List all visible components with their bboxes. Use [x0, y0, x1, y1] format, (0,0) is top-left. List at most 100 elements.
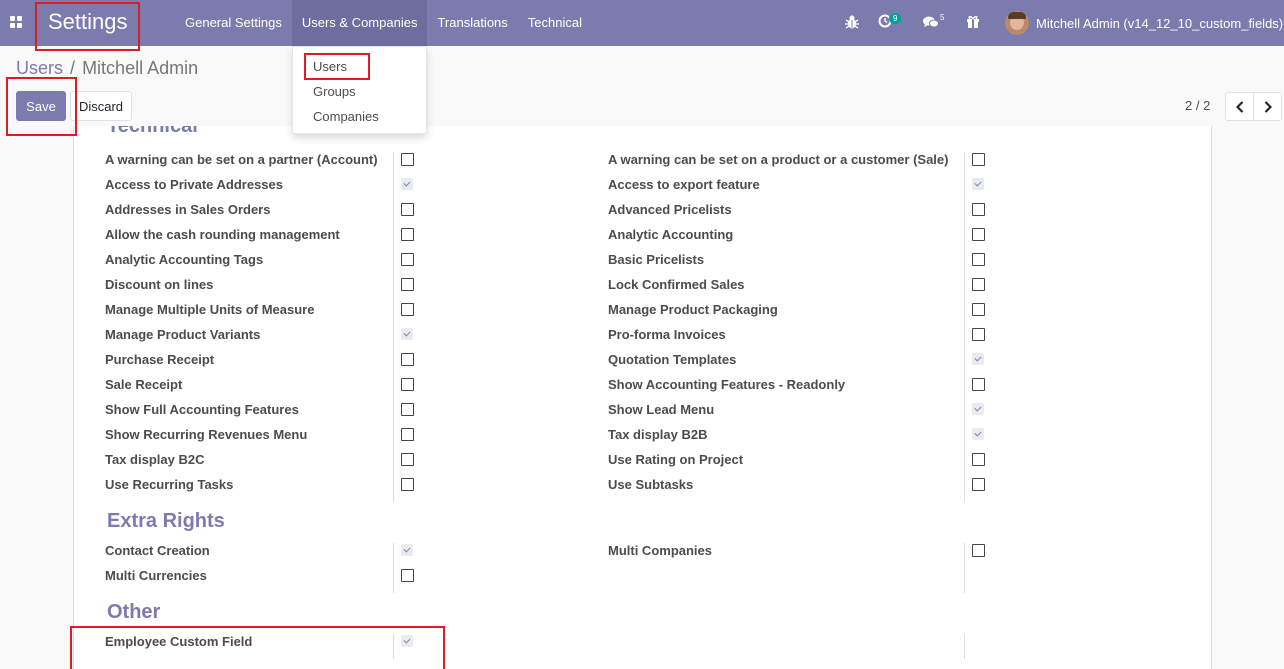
dropdown-item-users[interactable]: Users [313, 59, 347, 74]
checkbox-pro-forma-invoices[interactable] [972, 328, 985, 341]
bug-icon[interactable] [845, 14, 859, 32]
breadcrumb-users-link[interactable]: Users [16, 58, 63, 78]
message-count-badge: 5 [940, 13, 945, 22]
field-label-addresses-in-sales-orders: Addresses in Sales Orders [105, 202, 271, 217]
avatar [1005, 11, 1029, 35]
field-label-purchase-receipt: Purchase Receipt [105, 352, 215, 367]
checkbox-a-warning-can-be-set-on-a-product-or-a-customer-sale[interactable] [972, 153, 985, 166]
checkbox-analytic-accounting-tags[interactable] [401, 253, 414, 266]
form-view: Technical A warning can be set on a part… [0, 126, 1284, 669]
field-label-use-subtasks: Use Subtasks [608, 477, 694, 492]
field-label-tax-display-b2b: Tax display B2B [608, 427, 708, 442]
field-label-show-full-accounting-features: Show Full Accounting Features [105, 402, 299, 417]
save-button[interactable]: Save [16, 91, 66, 121]
field-label-multi-currencies: Multi Currencies [105, 568, 207, 583]
field-label-use-rating-on-project: Use Rating on Project [608, 452, 744, 467]
checkbox-access-to-export-feature[interactable] [972, 178, 984, 190]
field-label-contact-creation: Contact Creation [105, 543, 210, 558]
checkbox-analytic-accounting[interactable] [972, 228, 985, 241]
apps-icon[interactable] [10, 16, 22, 28]
field-label-show-recurring-revenues-menu: Show Recurring Revenues Menu [105, 427, 308, 442]
checkbox-basic-pricelists[interactable] [972, 253, 985, 266]
checkbox-tax-display-b2b[interactable] [972, 428, 984, 440]
pager-value: 2 / 2 [1185, 98, 1211, 113]
checkbox-access-to-private-addresses[interactable] [401, 178, 413, 190]
checkbox-contact-creation[interactable] [401, 544, 413, 556]
menu-technical[interactable]: Technical [518, 0, 592, 46]
field-label-access-to-export-feature: Access to export feature [608, 177, 760, 192]
field-label-multi-companies: Multi Companies [608, 543, 713, 558]
field-label-quotation-templates: Quotation Templates [608, 352, 737, 367]
checkbox-discount-on-lines[interactable] [401, 278, 414, 291]
chevron-left-icon [1235, 100, 1243, 113]
discard-button[interactable]: Discard [70, 91, 132, 121]
field-label-access-to-private-addresses: Access to Private Addresses [105, 177, 284, 192]
checkbox-purchase-receipt[interactable] [401, 353, 414, 366]
checkbox-show-full-accounting-features[interactable] [401, 403, 414, 416]
field-label-tax-display-b2c: Tax display B2C [105, 452, 205, 467]
checkbox-use-rating-on-project[interactable] [972, 453, 985, 466]
dropdown-item-groups[interactable]: Groups [313, 84, 356, 99]
field-separator [393, 152, 394, 502]
field-separator [964, 543, 965, 593]
checkbox-allow-the-cash-rounding-management[interactable] [401, 228, 414, 241]
dropdown-item-companies[interactable]: Companies [313, 109, 379, 124]
checkbox-tax-display-b2c[interactable] [401, 453, 414, 466]
field-label-manage-multiple-units-of-measure: Manage Multiple Units of Measure [105, 302, 315, 317]
checkbox-manage-product-variants[interactable] [401, 328, 413, 340]
menu-users-companies[interactable]: Users & Companies [291, 0, 428, 46]
section-title-technical: Technical [107, 126, 198, 137]
pager-next-button[interactable] [1253, 92, 1282, 121]
user-menu[interactable]: Mitchell Admin (v14_12_10_custom_fields) [1005, 0, 1284, 46]
field-separator [964, 634, 965, 659]
checkbox-manage-multiple-units-of-measure[interactable] [401, 303, 414, 316]
checkbox-show-lead-menu[interactable] [972, 403, 984, 415]
chevron-right-icon [1264, 100, 1272, 113]
checkbox-multi-currencies[interactable] [401, 569, 414, 582]
menu-general-settings[interactable]: General Settings [175, 0, 292, 46]
checkbox-use-subtasks[interactable] [972, 478, 985, 491]
checkbox-multi-companies[interactable] [972, 544, 985, 557]
main-menu: General Settings Users & Companies Trans… [175, 0, 592, 46]
activity-count-badge: 9 [889, 13, 902, 24]
top-navbar: Settings General Settings Users & Compan… [0, 0, 1284, 46]
field-label-employee-custom-field: Employee Custom Field [105, 634, 253, 649]
field-label-analytic-accounting-tags: Analytic Accounting Tags [105, 252, 264, 267]
field-separator [393, 543, 394, 593]
checkbox-advanced-pricelists[interactable] [972, 203, 985, 216]
field-label-pro-forma-invoices: Pro-forma Invoices [608, 327, 726, 342]
field-separator [964, 152, 965, 502]
field-label-sale-receipt: Sale Receipt [105, 377, 183, 392]
field-label-use-recurring-tasks: Use Recurring Tasks [105, 477, 234, 492]
field-label-advanced-pricelists: Advanced Pricelists [608, 202, 732, 217]
field-label-analytic-accounting: Analytic Accounting [608, 227, 734, 242]
field-label-basic-pricelists: Basic Pricelists [608, 252, 705, 267]
field-label-manage-product-packaging: Manage Product Packaging [608, 302, 778, 317]
users-companies-dropdown: Users Groups Companies [292, 46, 427, 134]
field-label-a-warning-can-be-set-on-a-partner-account: A warning can be set on a partner (Accou… [105, 152, 378, 167]
checkbox-a-warning-can-be-set-on-a-partner-account[interactable] [401, 153, 414, 166]
breadcrumb: Users / Mitchell Admin [16, 58, 198, 79]
user-name: Mitchell Admin (v14_12_10_custom_fields) [1036, 15, 1284, 31]
checkbox-manage-product-packaging[interactable] [972, 303, 985, 316]
menu-translations[interactable]: Translations [427, 0, 517, 46]
checkbox-show-recurring-revenues-menu[interactable] [401, 428, 414, 441]
section-title-extra-rights: Extra Rights [107, 510, 225, 532]
field-label-show-lead-menu: Show Lead Menu [608, 402, 715, 417]
checkbox-quotation-templates[interactable] [972, 353, 984, 365]
pager-previous-button[interactable] [1225, 92, 1254, 121]
field-label-a-warning-can-be-set-on-a-product-or-a-customer-sale: A warning can be set on a product or a c… [608, 152, 949, 167]
field-label-manage-product-variants: Manage Product Variants [105, 327, 261, 342]
chat-bubbles-icon[interactable] [923, 15, 939, 33]
checkbox-show-accounting-features-readonly[interactable] [972, 378, 985, 391]
checkbox-use-recurring-tasks[interactable] [401, 478, 414, 491]
field-label-lock-confirmed-sales: Lock Confirmed Sales [608, 277, 745, 292]
checkbox-sale-receipt[interactable] [401, 378, 414, 391]
field-label-show-accounting-features-readonly: Show Accounting Features - Readonly [608, 377, 846, 392]
app-title[interactable]: Settings [48, 9, 128, 35]
checkbox-employee-custom-field[interactable] [401, 635, 413, 647]
form-sheet: Technical A warning can be set on a part… [73, 126, 1212, 669]
gift-icon[interactable] [966, 15, 980, 33]
checkbox-addresses-in-sales-orders[interactable] [401, 203, 414, 216]
checkbox-lock-confirmed-sales[interactable] [972, 278, 985, 291]
